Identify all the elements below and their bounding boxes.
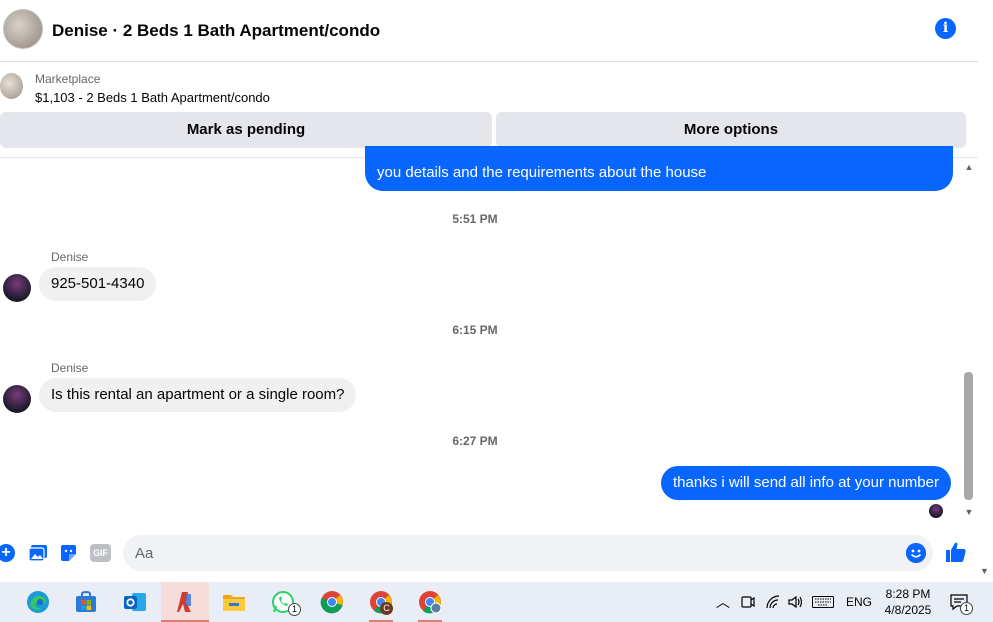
store-icon [76, 590, 96, 612]
whatsapp-badge: 1 [288, 603, 301, 616]
sender-name: Denise [51, 361, 89, 375]
system-clock[interactable]: 8:28 PM 4/8/2025 [880, 586, 936, 618]
notifications-badge: 1 [960, 602, 973, 615]
meet-icon[interactable] [741, 595, 755, 609]
like-icon[interactable] [944, 540, 968, 564]
sender-avatar[interactable] [3, 385, 31, 413]
plus-icon[interactable]: + [0, 544, 15, 562]
taskbar-whatsapp[interactable]: 1 [259, 582, 307, 622]
scroll-down-arrow-icon[interactable]: ▼ [962, 506, 976, 518]
chrome-active-icon [419, 591, 442, 614]
app-icon [177, 592, 191, 612]
outgoing-message: thanks i will send all info at your numb… [661, 466, 951, 500]
marketplace-listing[interactable]: Marketplace $1,103 - 2 Beds 1 Bath Apart… [0, 63, 978, 109]
taskbar-file-explorer[interactable] [210, 582, 258, 622]
language-indicator[interactable]: ENG [846, 582, 872, 622]
scroll-up-arrow-icon[interactable]: ▲ [962, 161, 976, 173]
emoji-icon[interactable] [906, 543, 926, 563]
listing-thumbnail [0, 73, 23, 99]
taskbar-edge[interactable] [14, 582, 62, 622]
messenger-window: Denise · 2 Beds 1 Bath Apartment/condo i… [0, 0, 993, 622]
more-options-button[interactable]: More options [496, 112, 966, 148]
marketplace-label: Marketplace [35, 72, 101, 86]
timestamp: 5:51 PM [452, 212, 498, 226]
sender-avatar[interactable] [3, 274, 31, 302]
page-scroll-down-icon[interactable]: ▼ [980, 566, 989, 576]
sender-name: Denise [51, 250, 89, 264]
taskbar-outlook[interactable] [111, 582, 159, 622]
listing-title: $1,103 - 2 Beds 1 Bath Apartment/condo [35, 90, 270, 105]
message-text: you details and the requirements about t… [377, 164, 707, 181]
contact-avatar[interactable] [3, 9, 43, 49]
timestamp: 6:15 PM [452, 323, 498, 337]
volume-icon[interactable] [788, 595, 804, 609]
chevron-up-icon[interactable]: ︿ [716, 582, 730, 622]
sticker-icon[interactable] [59, 544, 78, 562]
message-text: 925-501-4340 [51, 275, 145, 292]
chrome-profile-badge: C [380, 602, 393, 615]
taskbar-chrome[interactable] [308, 582, 356, 622]
clock-time: 8:28 PM [885, 587, 931, 601]
scrollbar-thumb[interactable] [964, 372, 973, 500]
mark-as-pending-button[interactable]: Mark as pending [0, 112, 492, 148]
incoming-message: Is this rental an apartment or a single … [39, 378, 357, 412]
outlook-icon [124, 593, 146, 611]
message-input[interactable] [123, 535, 933, 571]
taskbar-store[interactable] [62, 582, 110, 622]
chat-title[interactable]: Denise · 2 Beds 1 Bath Apartment/condo [52, 21, 380, 41]
file-explorer-icon [223, 595, 245, 611]
taskbar-chrome-active[interactable] [406, 582, 454, 622]
taskbar-active-app[interactable] [161, 582, 209, 622]
message-composer: + GIF [0, 530, 978, 576]
seen-avatar [929, 504, 943, 518]
clock-date: 4/8/2025 [884, 603, 932, 617]
info-icon[interactable]: i [935, 18, 956, 39]
message-text: Is this rental an apartment or a single … [51, 386, 345, 403]
wifi-icon[interactable] [765, 595, 781, 609]
edge-icon [27, 591, 49, 613]
gallery-icon[interactable] [28, 544, 48, 562]
timestamp: 6:27 PM [452, 434, 498, 448]
chat-header: Denise · 2 Beds 1 Bath Apartment/condo i [0, 0, 978, 62]
gif-icon[interactable]: GIF [90, 544, 111, 562]
keyboard-icon[interactable] [812, 596, 834, 608]
incoming-message: 925-501-4340 [39, 267, 157, 301]
message-text: thanks i will send all info at your numb… [673, 474, 939, 491]
outgoing-message: you details and the requirements about t… [365, 146, 953, 191]
windows-taskbar: 1 C ︿ ENG 8:28 PM 4/8/2025 1 [0, 582, 993, 622]
chrome-icon [320, 591, 343, 614]
taskbar-chrome-profile[interactable]: C [357, 582, 405, 622]
